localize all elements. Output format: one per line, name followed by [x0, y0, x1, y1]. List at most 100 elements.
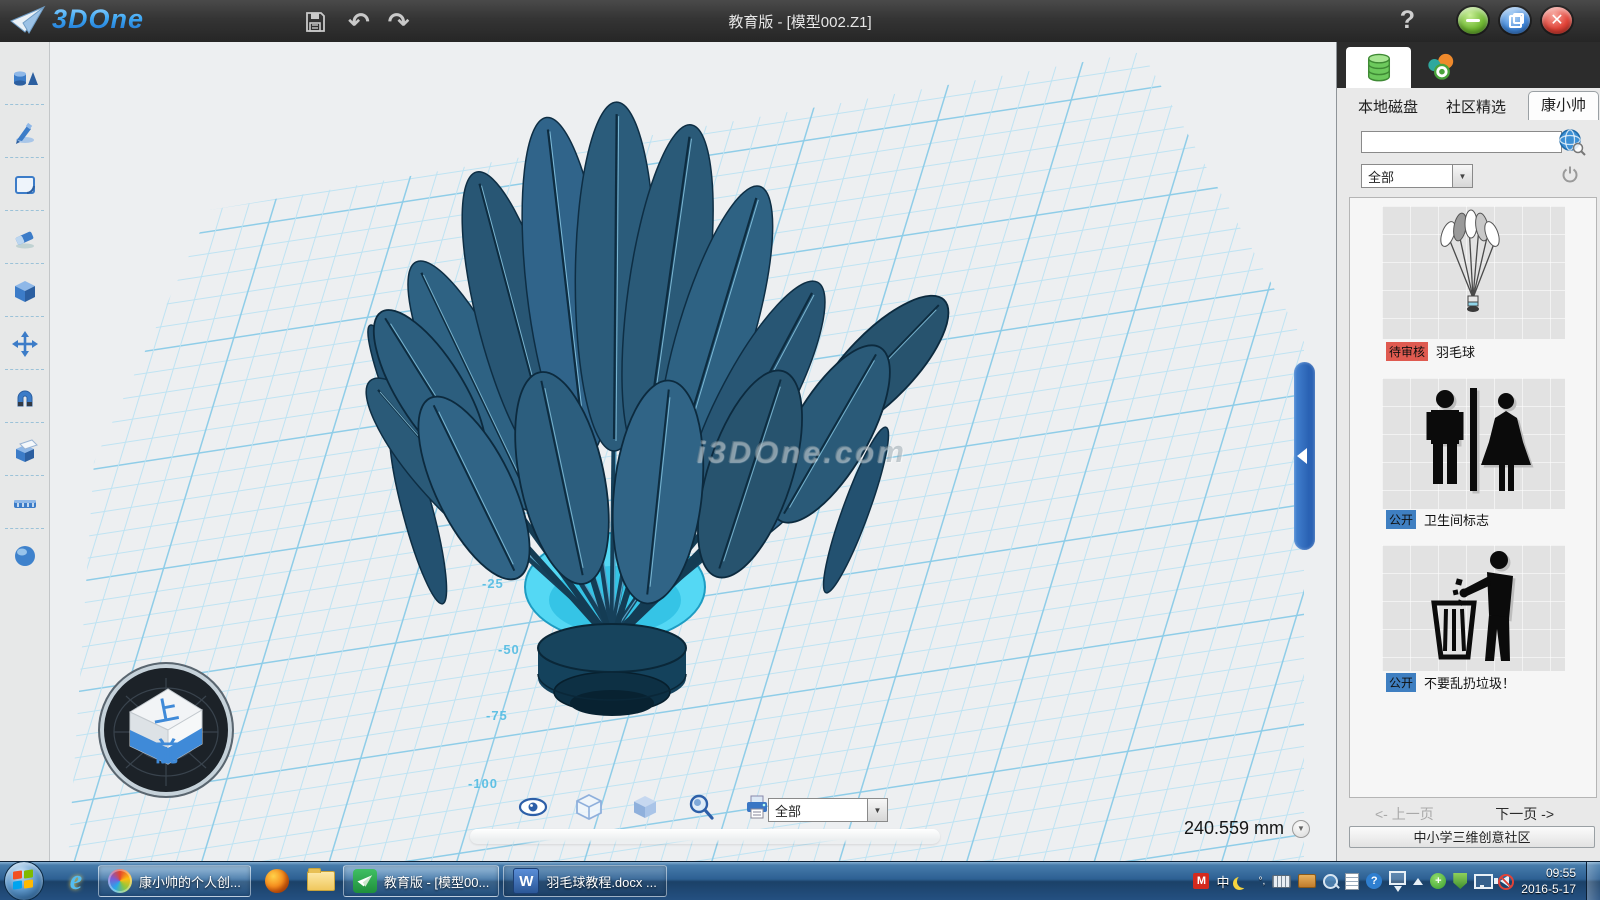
undo-button[interactable]: ↶	[348, 9, 370, 35]
firefox-icon[interactable]	[255, 865, 299, 897]
shaded-cube-icon	[631, 793, 659, 821]
tray-degree-icon[interactable]: °,	[1259, 876, 1266, 887]
tool-measure[interactable]	[0, 476, 49, 529]
restroom-sign-image	[1382, 378, 1565, 509]
modeling-viewport[interactable]: -25 -50 -75 -100 i3DOne.com 上 前	[50, 42, 1336, 861]
taskbar-window-3done[interactable]: 教育版 - [模型00...	[343, 865, 499, 897]
tool-combine-solids[interactable]	[0, 423, 49, 476]
sketch-pen-icon	[12, 119, 38, 145]
save-button[interactable]	[300, 7, 330, 37]
app-window: 3DOne ↶ ↷ 教育版 - [模型002.Z1] ? ✕	[0, 0, 1600, 900]
show-desktop-button[interactable]	[1586, 862, 1600, 900]
chevron-down-icon[interactable]: ▼	[1452, 165, 1472, 187]
next-page-button[interactable]: 下一页 ->	[1495, 804, 1554, 824]
tray-tools-icon[interactable]	[1298, 874, 1316, 888]
restore-button[interactable]	[1500, 7, 1530, 34]
tray-search-icon[interactable]	[1323, 874, 1338, 889]
tray-moon-icon[interactable]	[1237, 875, 1250, 888]
tray-window-icon[interactable]	[1389, 871, 1406, 885]
close-button[interactable]: ✕	[1542, 7, 1572, 34]
start-button[interactable]	[4, 861, 44, 900]
model-thumbnail-badminton[interactable]	[1382, 206, 1565, 339]
chevron-down-icon[interactable]	[1394, 886, 1402, 892]
tray-network-icon[interactable]	[1474, 874, 1493, 889]
refresh-power-button[interactable]	[1561, 165, 1579, 188]
tool-primitive-solids[interactable]	[0, 52, 49, 105]
search-globe-button[interactable]	[1558, 128, 1586, 161]
viewport-scrollbar[interactable]	[470, 829, 940, 844]
nav-cube-front-label[interactable]: 前	[154, 737, 180, 767]
windows-taskbar: e 康小帅的个人创... 教育版 - [模型00... W 羽毛球教程.docx…	[0, 861, 1600, 900]
taskbar-window-browser[interactable]: 康小帅的个人创...	[98, 865, 251, 897]
printer-icon	[743, 793, 771, 821]
word-app-icon: W	[513, 868, 539, 894]
community-logo-icon	[1426, 52, 1456, 82]
tray-m-icon[interactable]: M	[1193, 873, 1209, 889]
explorer-folder-icon[interactable]	[299, 865, 343, 897]
visibility-eye-button[interactable]	[518, 792, 548, 822]
tool-edit-feature[interactable]	[0, 264, 49, 317]
minimize-button[interactable]	[1458, 7, 1488, 34]
search-input[interactable]	[1361, 131, 1562, 153]
wireframe-view-button[interactable]	[574, 792, 604, 822]
database-icon	[1364, 52, 1394, 84]
internet-explorer-icon[interactable]: e	[54, 865, 98, 897]
tool-render-material[interactable]	[0, 529, 49, 582]
panel-tab-strip	[1337, 42, 1600, 88]
model-title[interactable]: 羽毛球	[1436, 342, 1475, 361]
tool-sketch-plane[interactable]	[0, 158, 49, 211]
model-title[interactable]: 不要乱扔垃圾！	[1424, 673, 1515, 692]
app-logo: 3DOne	[10, 4, 144, 35]
ime-indicator[interactable]: 中	[1216, 872, 1229, 891]
system-tray: M 中 °, ? +	[1193, 871, 1509, 892]
watermark: i3DOne.com	[696, 434, 907, 470]
measurement-expand-button[interactable]: ▼	[1292, 820, 1310, 838]
help-button[interactable]: ?	[1400, 6, 1415, 35]
status-badge: 待审核	[1386, 342, 1428, 361]
panel-collapse-handle[interactable]	[1294, 362, 1315, 550]
display-filter-dropdown[interactable]: 全部 ▼	[768, 798, 888, 822]
tool-auto-assembly-magnet[interactable]	[0, 370, 49, 423]
brand-name: 3DOne	[52, 4, 144, 35]
model-card-caption: 公开 卫生间标志	[1386, 510, 1489, 528]
model-list: 待审核 羽毛球	[1349, 197, 1597, 798]
taskbar-clock[interactable]: 09:55 2016-5-17	[1521, 865, 1576, 897]
zoom-view-button[interactable]	[686, 792, 716, 822]
grid-axis-label: -25	[482, 576, 504, 591]
model-card-caption: 公开 不要乱扔垃圾！	[1386, 673, 1515, 691]
view-navigation-cube[interactable]: 上 前	[96, 660, 236, 800]
tray-security-shield-icon[interactable]	[1453, 873, 1467, 889]
prev-page-button[interactable]: <- 上一页	[1375, 804, 1434, 824]
redo-button[interactable]: ↷	[388, 9, 410, 35]
chevron-left-icon	[1297, 448, 1307, 464]
model-title[interactable]: 卫生间标志	[1424, 510, 1489, 529]
eraser-icon	[12, 225, 38, 251]
tray-keyboard-icon[interactable]	[1272, 875, 1291, 888]
shuttlecock-model[interactable]	[50, 42, 1336, 861]
show-hidden-icons-button[interactable]	[1413, 878, 1423, 885]
tab-community-featured[interactable]: 社区精选	[1446, 96, 1506, 117]
model-thumbnail-restroom[interactable]	[1382, 378, 1565, 509]
model-thumbnail-litter[interactable]	[1382, 545, 1565, 671]
tab-local-library[interactable]	[1346, 47, 1411, 88]
community-site-button[interactable]: 中小学三维创意社区	[1349, 826, 1595, 848]
tab-user-kangxiaoshuai[interactable]: 康小帅	[1528, 91, 1599, 120]
power-icon	[1561, 165, 1579, 183]
taskbar-window-word[interactable]: W 羽毛球教程.docx ...	[503, 865, 667, 897]
tray-help-icon[interactable]: ?	[1366, 873, 1382, 889]
status-badge: 公开	[1386, 510, 1416, 529]
tray-volume-muted-icon[interactable]	[1500, 875, 1509, 887]
category-filter-dropdown[interactable]: 全部 ▼	[1361, 164, 1473, 188]
measurement-readout: 240.559 mm	[1184, 818, 1284, 839]
tool-move-transform[interactable]	[0, 317, 49, 370]
title-bar: 3DOne ↶ ↷ 教育版 - [模型002.Z1] ? ✕	[0, 0, 1600, 43]
tool-eraser[interactable]	[0, 211, 49, 264]
tray-qq-manager-icon[interactable]: +	[1430, 873, 1446, 889]
chevron-down-icon[interactable]: ▼	[867, 799, 887, 821]
tray-document-icon[interactable]	[1345, 873, 1359, 890]
tab-community[interactable]	[1423, 50, 1459, 84]
tab-local-disk[interactable]: 本地磁盘	[1358, 96, 1418, 117]
grid-axis-label: -50	[498, 642, 520, 657]
tool-sketch-draw[interactable]	[0, 105, 49, 158]
shaded-view-button[interactable]	[630, 792, 660, 822]
